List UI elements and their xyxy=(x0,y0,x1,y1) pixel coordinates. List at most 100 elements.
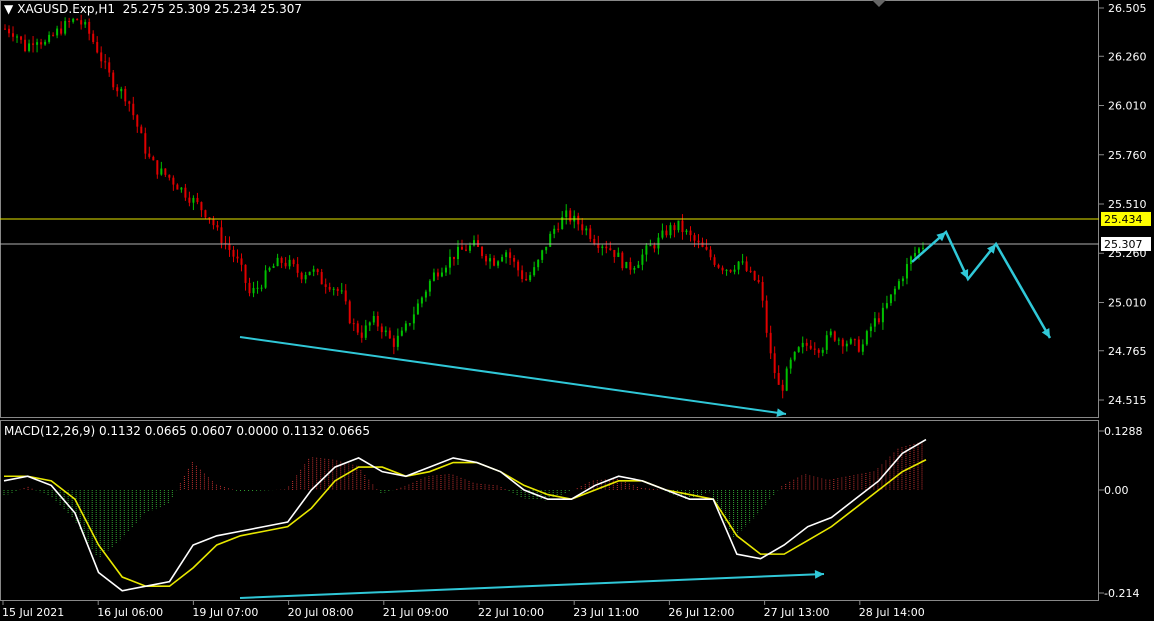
candle-body xyxy=(148,153,151,157)
price-axis-label: 25.510 xyxy=(1108,198,1147,211)
candle-body xyxy=(12,33,15,37)
candle-body xyxy=(188,197,191,203)
candle-body xyxy=(408,323,411,325)
candle-body xyxy=(765,300,768,333)
candle-body xyxy=(681,220,684,232)
candle-body xyxy=(308,271,311,276)
candle-body xyxy=(745,261,748,271)
time-axis-label: 20 Jul 08:00 xyxy=(288,606,354,619)
candle-body xyxy=(84,21,87,25)
chart-canvas: 26.50526.26026.01025.76025.51025.26025.0… xyxy=(0,0,1151,619)
dropdown-triangle-icon[interactable]: ▼ xyxy=(4,2,13,16)
candle-body xyxy=(260,287,263,289)
candle-body xyxy=(276,257,279,267)
candle-body xyxy=(485,255,488,262)
candle-body xyxy=(244,264,247,283)
candle-body xyxy=(436,272,439,277)
candle-body xyxy=(837,339,840,341)
axes-group: 26.50526.26026.01025.76025.51025.26025.0… xyxy=(0,0,1151,619)
candle-body xyxy=(505,252,508,258)
candle-body xyxy=(885,303,888,308)
candle-body xyxy=(717,264,720,268)
candle-body xyxy=(617,252,620,257)
candle-body xyxy=(849,339,852,344)
candle-body xyxy=(585,228,588,231)
candle-body xyxy=(92,33,95,42)
candle-body xyxy=(861,344,864,352)
candle-body xyxy=(537,259,540,268)
candle-body xyxy=(384,330,387,333)
candle-body xyxy=(268,267,271,271)
candle-body xyxy=(817,349,820,353)
candle-body xyxy=(761,282,764,301)
candle-body xyxy=(380,326,383,333)
candle-body xyxy=(589,228,592,239)
candle-body xyxy=(312,269,315,272)
candle-body xyxy=(637,264,640,268)
candle-body xyxy=(749,270,752,272)
macd-group xyxy=(3,438,927,592)
scroll-marker-icon[interactable] xyxy=(872,0,886,7)
candle-body xyxy=(845,343,848,347)
candle-body xyxy=(489,258,492,262)
candle-body xyxy=(180,187,183,190)
candles-group xyxy=(4,14,924,399)
candle-body xyxy=(769,332,772,354)
candle-body xyxy=(340,290,343,292)
candle-body xyxy=(372,316,375,323)
candle-body xyxy=(328,286,331,290)
candle-body xyxy=(360,332,363,338)
candle-body xyxy=(452,256,455,260)
candle-body xyxy=(921,247,924,249)
candle-body xyxy=(204,210,207,218)
candle-body xyxy=(625,261,628,269)
candle-body xyxy=(601,246,604,248)
candle-body xyxy=(48,34,51,42)
candle-body xyxy=(669,225,672,236)
candle-body xyxy=(773,353,776,373)
arrow-head-icon xyxy=(814,570,824,579)
candle-body xyxy=(56,28,59,36)
candle-body xyxy=(877,318,880,323)
candle-body xyxy=(653,245,656,249)
candle-body xyxy=(593,238,596,244)
price-axis-label: 24.765 xyxy=(1108,345,1147,358)
candle-body xyxy=(24,39,27,51)
candle-body xyxy=(613,249,616,257)
candle-body xyxy=(581,224,584,231)
candle-body xyxy=(4,28,6,30)
candle-body xyxy=(725,269,728,271)
candle-body xyxy=(497,261,500,266)
candle-body xyxy=(172,177,175,185)
candle-body xyxy=(541,250,544,260)
candle-body xyxy=(605,246,608,249)
macd-axis-label: 0.00 xyxy=(1104,484,1129,497)
candle-body xyxy=(132,103,135,116)
candle-body xyxy=(344,290,347,302)
candle-body xyxy=(909,256,912,265)
macd-axis-label: -0.214 xyxy=(1104,587,1139,600)
resistance-tag-label: 25.434 xyxy=(1104,213,1143,226)
candle-body xyxy=(428,280,431,292)
candle-body xyxy=(493,258,496,266)
time-axis-label: 22 Jul 10:00 xyxy=(478,606,544,619)
candle-body xyxy=(741,261,744,263)
price-axis-label: 26.010 xyxy=(1108,100,1147,113)
candle-body xyxy=(881,307,884,323)
candle-body xyxy=(420,297,423,304)
divergence-line-macd xyxy=(239,573,825,599)
candle-body xyxy=(701,242,704,247)
candle-body xyxy=(296,264,299,273)
candle-body xyxy=(348,301,351,324)
candle-body xyxy=(545,246,548,251)
time-axis-label: 28 Jul 14:00 xyxy=(859,606,925,619)
candle-body xyxy=(857,339,860,352)
candle-body xyxy=(501,257,504,262)
candle-body xyxy=(665,230,668,236)
candle-body xyxy=(280,257,283,263)
candle-body xyxy=(673,225,676,231)
candle-body xyxy=(100,52,103,62)
current-price-tag-label: 25.307 xyxy=(1104,238,1143,251)
candle-body xyxy=(809,345,812,349)
candle-body xyxy=(236,256,239,259)
